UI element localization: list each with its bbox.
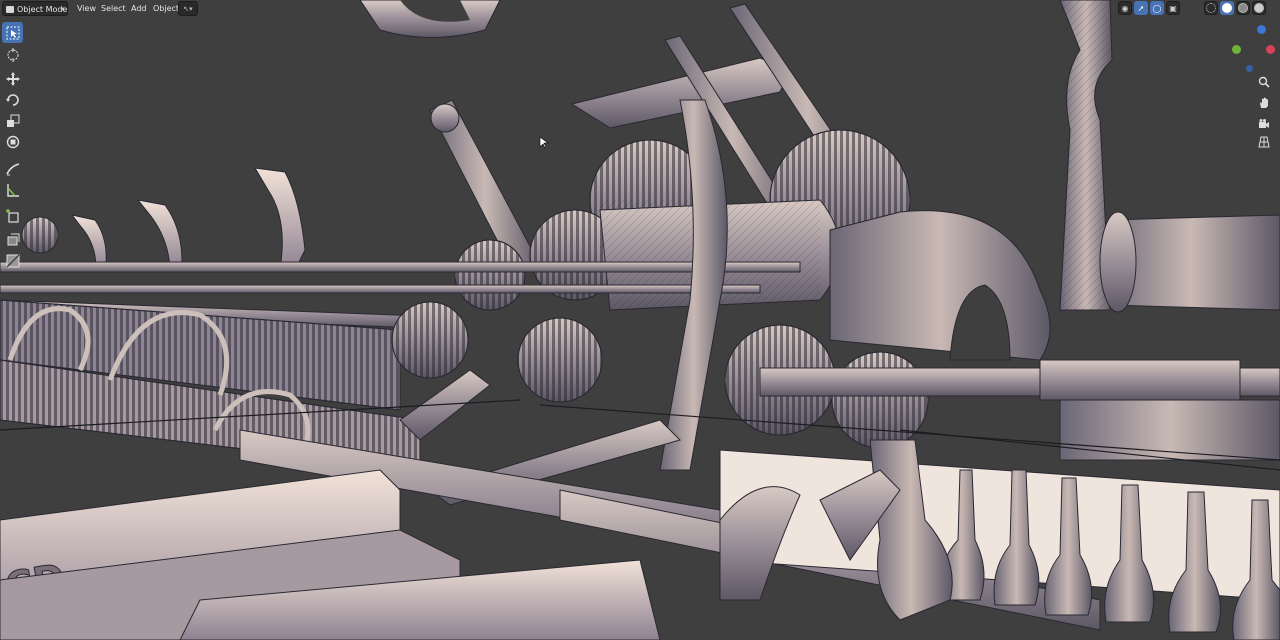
pan-hand-icon[interactable]: [1256, 95, 1272, 111]
chevron-down-icon: ▾: [60, 5, 64, 13]
x-axis-icon[interactable]: [1266, 45, 1275, 54]
navigation-gizmo[interactable]: [1224, 22, 1280, 78]
cursor-icon[interactable]: [2, 44, 23, 65]
perspective-grid-icon[interactable]: [1256, 134, 1272, 150]
wireframe-shading-icon[interactable]: [1204, 1, 1218, 15]
shading-modes: [1204, 1, 1266, 16]
y-axis-icon[interactable]: [1232, 45, 1241, 54]
3d-viewport[interactable]: CD Object Mode▾ View: [0, 0, 1280, 640]
z-axis-icon[interactable]: [1257, 25, 1266, 34]
menu-view[interactable]: View: [74, 1, 99, 16]
scale-icon[interactable]: [2, 110, 23, 131]
zoom-icon[interactable]: [1256, 74, 1272, 90]
material-shading-icon[interactable]: [1236, 1, 1250, 15]
neg-z-axis-icon[interactable]: [1246, 65, 1253, 72]
mechanical-model-render[interactable]: CD: [0, 0, 1280, 640]
object-mode-dropdown[interactable]: Object Mode ▾: [2, 1, 68, 16]
rendered-shading-icon[interactable]: [1252, 1, 1266, 15]
menu-select[interactable]: Select: [98, 1, 129, 16]
camera-view-icon[interactable]: [1256, 116, 1272, 132]
menu-add[interactable]: Add: [128, 1, 150, 16]
snap-dropdown[interactable]: ↖▾: [178, 1, 198, 16]
transform-icon[interactable]: [2, 131, 23, 152]
gizmo-toggle-icon[interactable]: ➚: [1134, 1, 1148, 15]
extrude-icon[interactable]: [2, 228, 23, 249]
select-box-icon[interactable]: [2, 22, 23, 43]
measure-icon[interactable]: [2, 179, 23, 200]
visibility-icon[interactable]: ◉: [1118, 1, 1132, 15]
add-cube-icon[interactable]: [2, 205, 23, 226]
viewport-tools: ◉ ➚ ◯ ▣: [1118, 1, 1180, 16]
move-icon[interactable]: [2, 68, 23, 89]
object-mode-icon: [6, 6, 14, 13]
shear-icon[interactable]: [2, 250, 23, 271]
annotate-icon[interactable]: [2, 158, 23, 179]
viewport-header: Object Mode ▾ View Select Add Object ↖▾ ◉…: [0, 0, 1280, 17]
xray-toggle-icon[interactable]: ▣: [1166, 1, 1180, 15]
overlays-toggle-icon[interactable]: ◯: [1150, 1, 1164, 15]
rotate-icon[interactable]: [2, 89, 23, 110]
solid-shading-icon[interactable]: [1220, 1, 1234, 15]
